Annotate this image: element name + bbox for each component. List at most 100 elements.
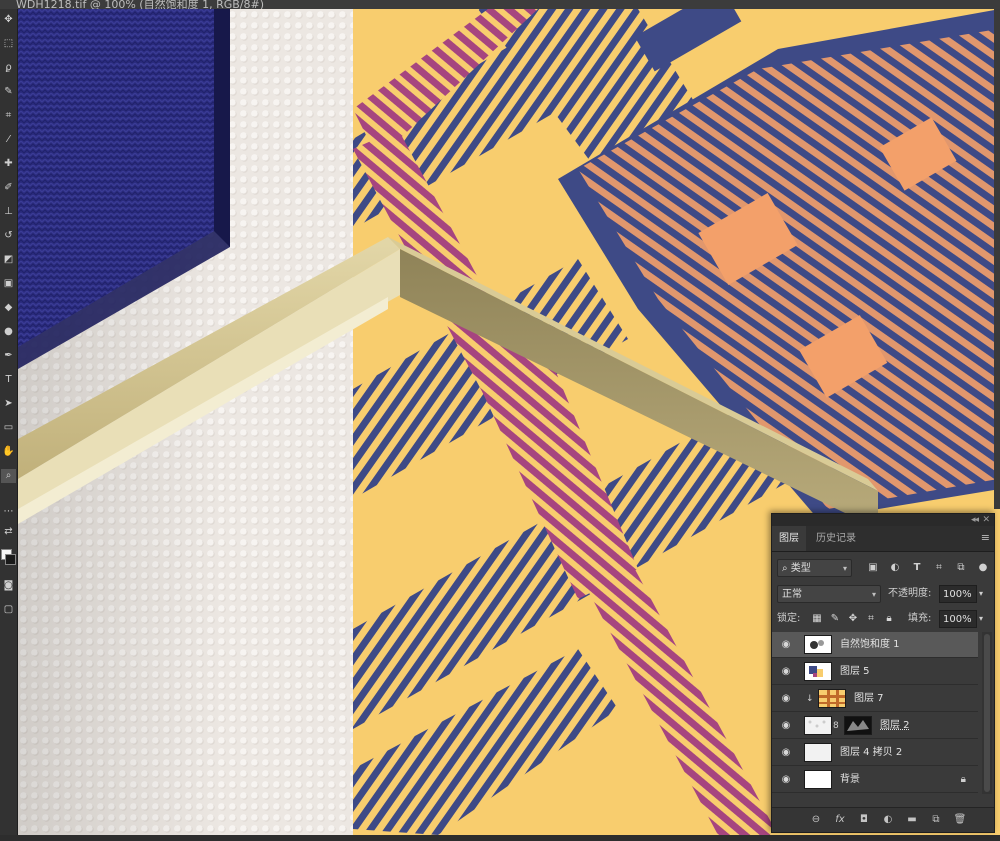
layer-row[interactable]: ◉ 图层 4 拷贝 2 [772,740,978,766]
layer-row[interactable]: ◉ 8 图层 2 [772,713,978,739]
path-select-tool-icon[interactable]: ➤ [1,397,16,411]
tab-history[interactable]: 历史记录 [809,526,863,551]
blend-mode-dropdown[interactable]: 正常 ▾ [777,585,881,603]
lock-icon: 🔒︎ [960,774,966,785]
photoshop-window: WDH1218.tif @ 100% (自然饱和度 1, RGB/8#) ✥ ⬚… [0,0,1000,841]
fill-chevron-icon[interactable]: ▾ [979,610,983,628]
eye-icon[interactable]: ◉ [780,639,792,651]
tools-panel: ✥ ⬚ ϼ ✎ ⌗ ⁄ ✚ ✐ ⊥ ↺ ◩ ▣ ◆ ● ✒ T ➤ ▭ ✋ ⌕ … [0,9,18,835]
search-icon: ⌕ [782,563,791,574]
layer-thumbnail [804,662,832,681]
lock-image-icon[interactable]: ✎ [828,610,842,628]
quick-select-tool-icon[interactable]: ✎ [1,85,16,99]
layer-thumbnail [804,716,832,735]
screen-mode-icon[interactable]: ▢ [1,603,16,617]
group-icon[interactable]: ▬ [904,811,920,829]
layer-row[interactable]: ◉ ↓ 图层 7 [772,686,978,712]
quick-mask-icon[interactable]: ◙ [1,579,16,593]
layer-list: ◉ 自然饱和度 1 ◉ 图层 5 ◉ ↓ 图层 7 ◉ 8 图层 2 ◉ 图层 … [772,632,994,794]
filter-kind-dropdown[interactable]: ⌕ 类型 ▾ [777,559,852,577]
panel-menu-icon[interactable]: ≡ [981,531,990,544]
marquee-tool-icon[interactable]: ⬚ [1,37,16,51]
dodge-tool-icon[interactable]: ● [1,325,16,339]
opacity-label: 不透明度: [888,588,932,599]
lock-position-icon[interactable]: ✥ [846,610,860,628]
eye-icon[interactable]: ◉ [780,720,792,732]
tab-layers[interactable]: 图层 [772,526,806,551]
brush-tool-icon[interactable]: ✐ [1,181,16,195]
type-filter-icon[interactable]: T [910,559,924,577]
opacity-field[interactable]: 100% [939,585,977,603]
healing-tool-icon[interactable]: ✚ [1,157,16,171]
swap-colors-icon[interactable]: ⇄ [1,525,16,539]
layer-name: 自然饱和度 1 [840,639,900,650]
lock-all-icon[interactable]: 🔒︎ [882,610,896,628]
adjustment-filter-icon[interactable]: ◐ [888,559,902,577]
adjustment-layer-icon[interactable]: ◐ [880,811,896,829]
layer-name: 图层 5 [840,666,870,677]
more-tools-icon[interactable]: ⋯ [1,505,16,519]
layer-name: 图层 2 [880,720,910,731]
layer-row[interactable]: ◉ 图层 5 [772,659,978,685]
eraser-tool-icon[interactable]: ◩ [1,253,16,267]
document-tab[interactable]: WDH1218.tif @ 100% (自然饱和度 1, RGB/8#) [16,0,264,9]
clipping-mask-icon: ↓ [806,694,814,704]
eye-icon[interactable]: ◉ [780,693,792,705]
pen-tool-icon[interactable]: ✒ [1,349,16,363]
layer-mask-thumbnail[interactable] [844,716,872,735]
lock-artboard-icon[interactable]: ⌗ [864,610,878,628]
crop-tool-icon[interactable]: ⌗ [1,109,16,123]
move-tool-icon[interactable]: ✥ [1,13,16,27]
new-layer-icon[interactable]: ⧉ [928,811,944,829]
mask-link-icon[interactable]: 8 [833,713,839,739]
eyedropper-tool-icon[interactable]: ⁄ [1,133,16,147]
hand-tool-icon[interactable]: ✋ [1,445,16,459]
lock-transparent-icon[interactable]: ▦ [810,610,824,628]
stamp-tool-icon[interactable]: ⊥ [1,205,16,219]
blend-opacity-row: 正常 ▾ 不透明度: 100% ▾ [772,585,994,605]
eye-icon[interactable]: ◉ [780,774,792,786]
opacity-chevron-icon[interactable]: ▾ [979,585,983,603]
shape-filter-icon[interactable]: ⌗ [932,559,946,577]
lock-label: 锁定: [777,613,801,624]
scroll-thumb[interactable] [984,634,990,792]
blur-tool-icon[interactable]: ◆ [1,301,16,315]
history-brush-tool-icon[interactable]: ↺ [1,229,16,243]
layer-row[interactable]: ◉ 自然饱和度 1 [772,632,978,658]
status-bar [0,835,1000,841]
lasso-tool-icon[interactable]: ϼ [1,61,16,75]
fill-field[interactable]: 100% [939,610,977,628]
close-panel-icon[interactable]: ✕ [982,514,990,526]
delete-layer-icon[interactable]: 🗑︎ [952,811,968,829]
lock-fill-row: 锁定: ▦ ✎ ✥ ⌗ 🔒︎ 填充: 100% ▾ [772,610,994,630]
type-tool-icon[interactable]: T [1,373,16,387]
document-title-strip: WDH1218.tif @ 100% (自然饱和度 1, RGB/8#) [0,0,1000,9]
fx-icon[interactable]: fx [832,811,848,829]
shape-tool-icon[interactable]: ▭ [1,421,16,435]
eye-icon[interactable]: ◉ [780,666,792,678]
gradient-tool-icon[interactable]: ▣ [1,277,16,291]
adjustment-layer-thumbnail [804,635,832,654]
filter-kind-label: 类型 [790,563,811,574]
layer-name: 图层 4 拷贝 2 [840,747,903,758]
layers-scrollbar[interactable] [982,632,992,794]
add-mask-icon[interactable]: ◘ [856,811,872,829]
smart-object-filter-icon[interactable]: ⧉ [954,559,968,577]
layers-panel-footer: ⊖ fx ◘ ◐ ▬ ⧉ 🗑︎ [772,807,994,832]
image-filter-icon[interactable]: ▣ [866,559,880,577]
eye-icon[interactable]: ◉ [780,747,792,759]
panel-dock-header: ◂◂ ✕ [772,514,994,526]
layer-thumbnail [818,689,846,708]
layer-name: 图层 7 [854,693,884,704]
canvas-vertical-scrollbar[interactable] [994,9,1000,509]
filter-toggle-icon[interactable]: ● [976,559,990,577]
collapse-panel-icon[interactable]: ◂◂ [971,514,979,526]
link-layers-icon[interactable]: ⊖ [808,811,824,829]
panel-tabs: 图层 历史记录 ≡ [772,526,994,552]
chevron-down-icon: ▾ [871,590,876,599]
zoom-tool-icon[interactable]: ⌕ [1,469,16,483]
blend-mode-value: 正常 [782,589,802,600]
layer-filter-row: ⌕ 类型 ▾ ▣ ◐ T ⌗ ⧉ ● [772,559,994,579]
layer-row[interactable]: ◉ 背景 🔒︎ [772,767,978,793]
background-color-swatch[interactable] [5,554,16,565]
